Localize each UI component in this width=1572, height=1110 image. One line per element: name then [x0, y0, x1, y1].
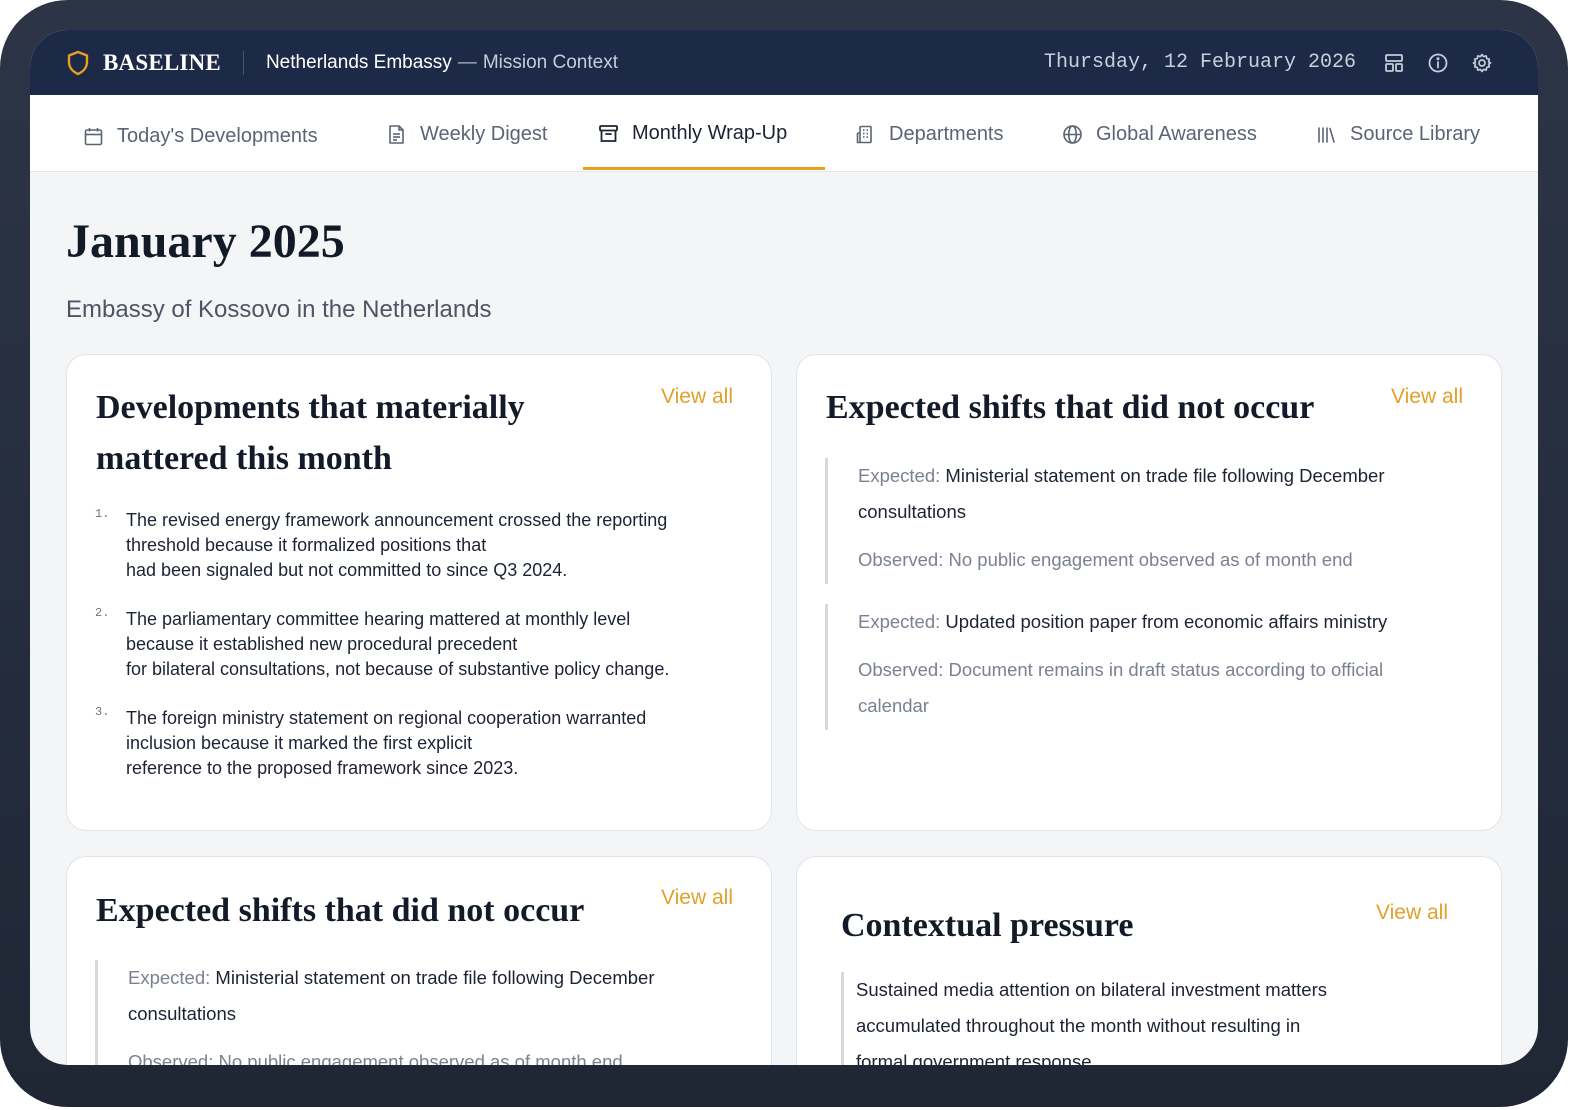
page-title: January 2025 [66, 215, 345, 268]
item-text: had been signaled but not committed to s… [126, 560, 568, 580]
tab-label: Departments [889, 122, 1004, 145]
shift-item: Expected: Updated position paper from ec… [825, 604, 1445, 730]
expected-value: Updated position paper from economic aff… [945, 611, 1388, 632]
layout-button[interactable] [1372, 41, 1416, 85]
tab-label: Source Library [1350, 122, 1481, 145]
mission-name: Netherlands Embassy [265, 51, 452, 73]
header-right: Thursday, 12 February 2026 [1044, 41, 1504, 85]
app-screen: BASELINE Netherlands Embassy — Mission C… [30, 30, 1538, 1065]
shield-icon [67, 50, 89, 75]
expected-label: Expected: [858, 465, 941, 486]
pressure-line: formal government response. [856, 1051, 1097, 1065]
observed-text: Observed: No public engagement observed … [128, 1051, 623, 1065]
tab-label: Monthly Wrap-Up [632, 121, 788, 144]
document-icon [389, 124, 404, 144]
item-text: because it established new procedural pr… [126, 634, 518, 654]
title-line: mattered this month [96, 440, 392, 477]
header-divider [242, 50, 244, 75]
item-number: 3. [95, 705, 110, 719]
tab-label: Global Awareness [1096, 122, 1257, 145]
current-date: Thursday, 12 February 2026 [1043, 51, 1356, 74]
item-text: for bilateral consultations, not because… [126, 659, 670, 679]
pressure-text: Sustained media attention on bilateral i… [841, 972, 1441, 1065]
expected-text: Expected: Ministerial statement on trade… [858, 458, 1445, 494]
view-all-link[interactable]: View all [661, 886, 733, 910]
expected-text: Expected: Updated position paper from ec… [858, 604, 1445, 640]
brand[interactable]: BASELINE [66, 50, 221, 76]
library-icon [1318, 126, 1335, 143]
tab-departments[interactable]: Departments [855, 96, 1004, 172]
tab-label: Weekly Digest [420, 122, 548, 145]
expected-label: Expected: [858, 611, 941, 632]
list-item: 3. The foreign ministry statement on reg… [95, 705, 735, 781]
expected-text: consultations [858, 501, 966, 522]
main-tabs: Today's Developments Weekly Digest Month… [30, 95, 1538, 172]
tab-global-awareness[interactable]: Global Awareness [1062, 96, 1257, 172]
layout-icon [1385, 53, 1403, 72]
settings-icon [1472, 53, 1492, 72]
info-button[interactable] [1416, 41, 1460, 85]
title-line: Developments that materially [96, 389, 525, 426]
shift-item: Expected: Ministerial statement on trade… [95, 960, 715, 1065]
pressure-line: accumulated throughout the month without… [856, 1015, 1301, 1036]
expected-shifts-card: Expected shifts that did not occur View … [796, 354, 1502, 831]
item-text: The revised energy framework announcemen… [126, 510, 668, 530]
contextual-pressure-title: Contextual pressure [841, 907, 1134, 944]
expected-shifts-title: Expected shifts that did not occur [826, 389, 1315, 426]
mission-context-label: Mission Context [482, 51, 618, 73]
view-all-link[interactable]: View all [1376, 901, 1448, 925]
observed-text: Observed: No public engagement observed … [858, 549, 1353, 570]
expected-text: Expected: Ministerial statement on trade… [128, 960, 715, 996]
item-text: The foreign ministry statement on region… [126, 708, 647, 728]
globe-icon [1063, 124, 1082, 144]
item-text: inclusion because it marked the first ex… [126, 733, 473, 753]
tab-todays-developments[interactable]: Today's Developments [83, 98, 318, 174]
page-subtitle: Embassy of Kossovo in the Netherlands [66, 296, 492, 323]
archive-icon [599, 124, 618, 142]
observed-text: calendar [858, 695, 929, 716]
building-icon [856, 125, 872, 143]
shift-item: Expected: Ministerial statement on trade… [825, 458, 1445, 584]
expected-label: Expected: [128, 967, 211, 988]
calendar-icon [84, 127, 103, 145]
contextual-pressure-card: Contextual pressure View all Sustained m… [796, 856, 1502, 1065]
expected-text: consultations [128, 1003, 236, 1024]
tab-weekly-digest[interactable]: Weekly Digest [386, 96, 547, 172]
developments-card-title: Developments that materially mattered th… [96, 382, 525, 484]
list-item: 2. The parliamentary committee hearing m… [95, 606, 735, 682]
tab-monthly-wrap-up[interactable]: Monthly Wrap-Up [598, 95, 787, 171]
item-text: The parliamentary committee hearing matt… [126, 609, 631, 629]
device-frame: BASELINE Netherlands Embassy — Mission C… [0, 0, 1568, 1107]
item-number: 1. [95, 507, 110, 521]
developments-card: Developments that materially mattered th… [66, 354, 772, 831]
expected-shifts-title: Expected shifts that did not occur [96, 892, 585, 929]
context-separator: — [457, 51, 477, 73]
top-header: BASELINE Netherlands Embassy — Mission C… [30, 30, 1538, 95]
settings-button[interactable] [1460, 41, 1504, 85]
view-all-link[interactable]: View all [1391, 385, 1463, 409]
item-text: reference to the proposed framework sinc… [126, 758, 519, 778]
pressure-line: Sustained media attention on bilateral i… [856, 979, 1327, 1000]
developments-list: 1. The revised energy framework announce… [95, 507, 735, 805]
info-icon [1428, 53, 1448, 72]
tab-source-library[interactable]: Source Library [1316, 96, 1480, 172]
observed-text: Observed: Document remains in draft stat… [858, 659, 1384, 680]
expected-value: Ministerial statement on trade file foll… [215, 967, 655, 988]
view-all-link[interactable]: View all [661, 385, 733, 409]
expected-shifts-card-secondary: Expected shifts that did not occur View … [66, 856, 772, 1065]
brand-name: BASELINE [103, 49, 221, 75]
tab-label: Today's Developments [117, 124, 318, 147]
list-item: 1. The revised energy framework announce… [95, 507, 735, 583]
active-tab-indicator [583, 167, 825, 170]
item-text: threshold because it formalized position… [126, 535, 487, 555]
expected-value: Ministerial statement on trade file foll… [945, 465, 1385, 486]
item-number: 2. [95, 606, 110, 620]
